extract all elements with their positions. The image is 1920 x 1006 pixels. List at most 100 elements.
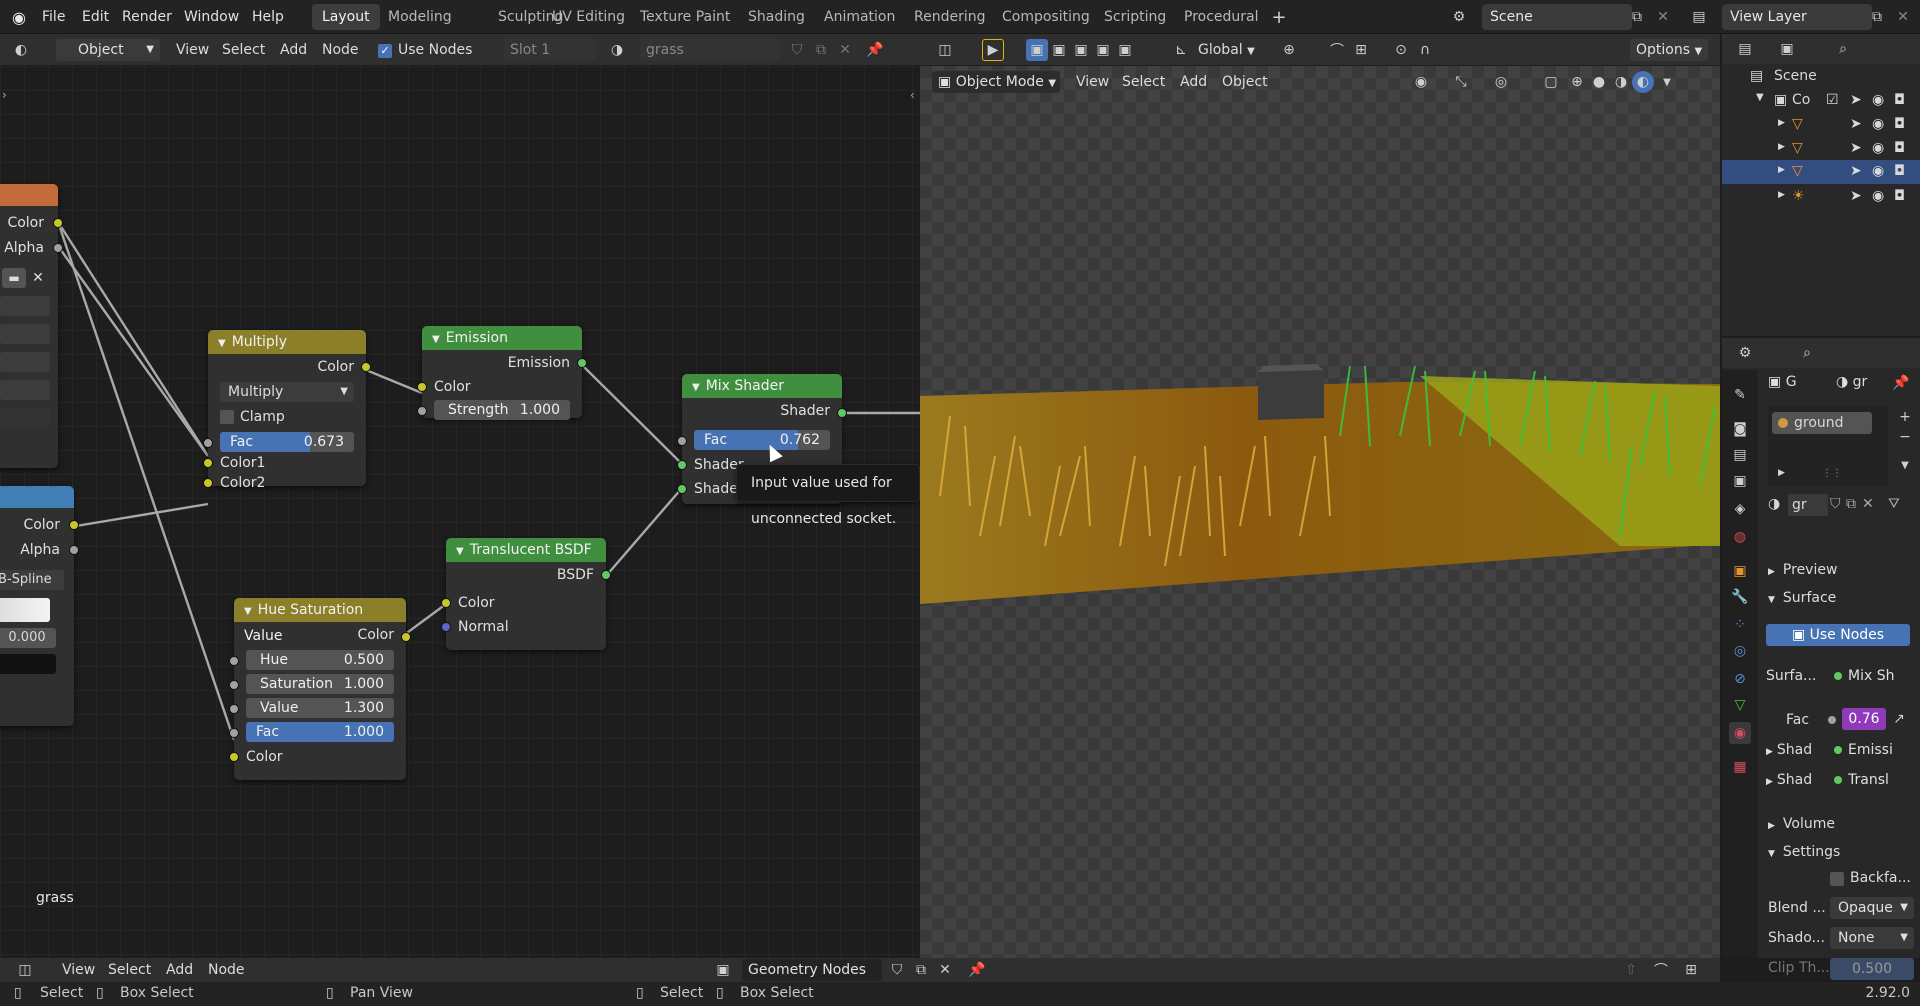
new-view-layer-icon[interactable]: ⧉ bbox=[1866, 6, 1888, 28]
material-link-icon[interactable]: ⛛ bbox=[1888, 496, 1900, 512]
expand-icon[interactable]: ▶ bbox=[1778, 165, 1785, 175]
search-icon[interactable]: ⌕ bbox=[1832, 38, 1854, 60]
select-subtract-icon[interactable]: ▣ bbox=[1070, 39, 1092, 61]
render-tab-icon[interactable]: ◙ bbox=[1729, 418, 1751, 440]
collapse-triangle-icon[interactable]: ▼ bbox=[244, 606, 252, 617]
options-dropdown[interactable]: Options ▼ bbox=[1630, 39, 1708, 61]
multiply-node[interactable]: ▼ Multiply Color Multiply ▼ Clamp Fac 0.67… bbox=[203, 330, 371, 491]
3d-viewport[interactable]: ▣ Object Mode ▼ View Select Add Object ◉… bbox=[920, 66, 1720, 958]
multiply-color1-socket[interactable] bbox=[203, 458, 213, 468]
image-open-button[interactable]: ▬ bbox=[2, 268, 26, 288]
pin-icon[interactable]: 📌 bbox=[864, 39, 886, 61]
collapse-triangle-icon[interactable]: ▼ bbox=[692, 382, 700, 393]
outliner-scene-row[interactable]: ▤ Scene bbox=[1722, 66, 1920, 88]
color-ramp-node[interactable]: Color Alpha B-Spline 0.000 bbox=[0, 486, 79, 726]
material-field[interactable]: grass bbox=[640, 39, 780, 61]
image-dropdown-3[interactable] bbox=[0, 352, 50, 372]
image-dropdown-5[interactable] bbox=[0, 408, 50, 428]
translucent-out-socket[interactable] bbox=[601, 570, 611, 580]
world-tab-icon[interactable]: ◍ bbox=[1729, 526, 1751, 548]
props-shad2-field[interactable]: Transl bbox=[1826, 769, 1910, 791]
tab-texture-paint[interactable]: Texture Paint bbox=[630, 4, 740, 30]
mix-shader-node-header[interactable]: ▼ Mix Shader bbox=[682, 374, 842, 398]
collapse-triangle-icon[interactable]: ▼ bbox=[218, 338, 226, 349]
select-intersect-icon[interactable]: ▣ bbox=[1114, 39, 1136, 61]
emission-out-socket[interactable] bbox=[577, 358, 587, 368]
ramp-pos-field[interactable]: 0.000 bbox=[0, 628, 56, 648]
material-browse-icon[interactable]: ◑ bbox=[1768, 496, 1780, 512]
material-slot-item[interactable]: ground bbox=[1772, 412, 1872, 434]
image-texture-node[interactable]: Color Alpha ▬ ✕ bbox=[0, 184, 63, 468]
multiply-node-header[interactable]: ▼ Multiply bbox=[208, 330, 366, 354]
expand-icon[interactable]: ▶ bbox=[1778, 190, 1785, 200]
display-mode-icon[interactable]: ▣ bbox=[1776, 38, 1798, 60]
collection-check-icon[interactable]: ☑ bbox=[1826, 92, 1839, 108]
bottom-editor-type-icon[interactable]: ◫ bbox=[14, 959, 36, 981]
expand-icon[interactable]: ▶ bbox=[1778, 142, 1785, 152]
transform-orientation-icon[interactable]: ⊾ bbox=[1170, 39, 1192, 61]
properties-editor-type-icon[interactable]: ⚙ bbox=[1734, 342, 1756, 364]
hsv-color-in-socket[interactable] bbox=[229, 752, 239, 762]
eye-icon[interactable]: ◉ bbox=[1872, 163, 1884, 179]
proportional-edit-icon[interactable]: ⊙ bbox=[1390, 39, 1412, 61]
multiply-fac-field[interactable]: Fac 0.673 bbox=[220, 432, 354, 452]
tab-procedural[interactable]: Procedural bbox=[1174, 4, 1269, 30]
output-tab-icon[interactable]: ▤ bbox=[1729, 444, 1751, 466]
physics-tab-icon[interactable]: ◎ bbox=[1729, 640, 1751, 662]
outliner-object-row-1[interactable]: ▶ ▽ ➤ ◉ ◘ bbox=[1722, 114, 1920, 136]
blend-mode-dropdown[interactable]: Opaque ▼ bbox=[1830, 897, 1914, 919]
clip-threshold-field[interactable]: 0.500 bbox=[1830, 958, 1914, 980]
ramp-color-swatch[interactable] bbox=[0, 654, 56, 674]
expand-list-icon[interactable]: ▶ bbox=[1778, 468, 1785, 478]
selectable-icon[interactable]: ➤ bbox=[1850, 116, 1862, 132]
eye-icon[interactable]: ◉ bbox=[1872, 92, 1884, 108]
translucent-normal-socket[interactable] bbox=[441, 622, 451, 632]
modifier-tab-icon[interactable]: 🔧 bbox=[1729, 586, 1751, 608]
image-out-alpha-socket[interactable] bbox=[53, 243, 63, 253]
image-dropdown-4[interactable] bbox=[0, 380, 50, 400]
bottom-node-menu[interactable]: Node bbox=[202, 959, 251, 981]
hsv-sat-field[interactable]: Saturation 1.000 bbox=[246, 674, 394, 694]
translucent-bsdf-node[interactable]: ▼ Translucent BSDF BSDF Color Normal bbox=[441, 538, 611, 650]
hsv-hue-field[interactable]: Hue 0.500 bbox=[246, 650, 394, 670]
hsv-node-header[interactable]: ▼ Hue Saturation Value bbox=[234, 598, 406, 644]
node-editor[interactable]: Color Alpha ▬ ✕ Color Alpha B-Spline 0.0… bbox=[0, 66, 920, 958]
outliner-collection-row[interactable]: ▼ ▣ Co ☑ ➤ ◉ ◘ bbox=[1722, 90, 1920, 112]
surface-panel-header[interactable]: ▼ Surface bbox=[1768, 590, 1836, 606]
pivot-point-icon[interactable]: ⊕ bbox=[1278, 39, 1300, 61]
geometry-nodes-field[interactable]: Geometry Nodes bbox=[742, 959, 882, 981]
duplicate-material-icon[interactable]: ⧉ bbox=[810, 39, 832, 61]
multiply-out-color-socket[interactable] bbox=[361, 362, 371, 372]
expand-icon[interactable]: ▶ bbox=[1778, 118, 1785, 128]
fake-user-icon[interactable]: ⛉ bbox=[786, 39, 808, 61]
view-menu[interactable]: View bbox=[170, 39, 215, 61]
material-tab-icon[interactable]: ◉ bbox=[1729, 722, 1751, 744]
mix-shader1-socket[interactable] bbox=[677, 460, 687, 470]
camera-icon[interactable]: ◘ bbox=[1894, 163, 1905, 179]
duplicate-tree-icon[interactable]: ⧉ bbox=[910, 959, 932, 981]
snap-icon[interactable]: ⌒ bbox=[1650, 959, 1672, 981]
selectable-icon[interactable]: ➤ bbox=[1850, 92, 1862, 108]
scene-field[interactable]: Scene bbox=[1482, 4, 1632, 30]
selectable-icon[interactable]: ➤ bbox=[1850, 163, 1862, 179]
multiply-mode-dropdown[interactable]: Multiply ▼ bbox=[220, 382, 354, 402]
ramp-out-color-socket[interactable] bbox=[69, 520, 79, 530]
ramp-out-alpha-socket[interactable] bbox=[69, 545, 79, 555]
camera-icon[interactable]: ◘ bbox=[1894, 92, 1905, 108]
blender-logo-icon[interactable]: ◉ bbox=[8, 6, 30, 28]
eye-icon[interactable]: ◉ bbox=[1872, 140, 1884, 156]
material-duplicate-icon[interactable]: ⧉ bbox=[1846, 496, 1856, 512]
emission-color-socket[interactable] bbox=[417, 382, 427, 392]
hsv-fac-socket[interactable] bbox=[229, 728, 239, 738]
emission-node[interactable]: ▼ Emission Emission Color Strength 1.000 bbox=[417, 326, 587, 420]
snap-target-icon[interactable]: ⊞ bbox=[1350, 39, 1372, 61]
hsv-sat-socket[interactable] bbox=[229, 680, 239, 690]
menu-render[interactable]: Render bbox=[116, 6, 178, 28]
view-layer-tab-icon[interactable]: ▣ bbox=[1729, 470, 1751, 492]
emission-strength-socket[interactable] bbox=[417, 406, 427, 416]
constraints-tab-icon[interactable]: ⊘ bbox=[1729, 668, 1751, 690]
collapse-triangle-icon[interactable]: ▼ bbox=[456, 546, 464, 557]
remove-slot-icon[interactable]: − bbox=[1894, 426, 1916, 448]
view-layer-field[interactable]: View Layer bbox=[1722, 4, 1872, 30]
eye-icon[interactable]: ◉ bbox=[1872, 116, 1884, 132]
